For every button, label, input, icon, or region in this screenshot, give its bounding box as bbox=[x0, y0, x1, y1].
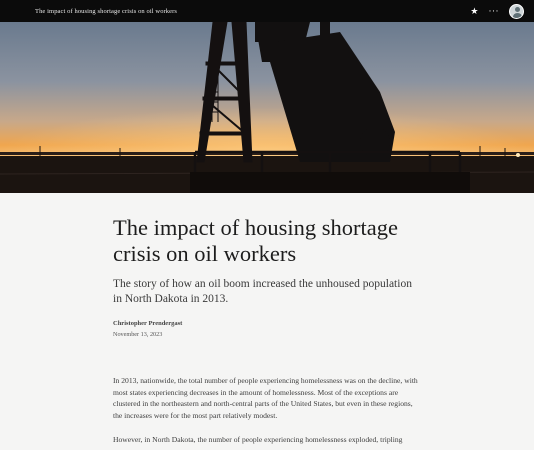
star-icon[interactable]: ★ bbox=[470, 6, 478, 16]
publish-date: November 13, 2023 bbox=[113, 331, 163, 338]
avatar[interactable] bbox=[509, 3, 524, 19]
top-bar: The impact of housing shortage crisis on… bbox=[0, 0, 534, 22]
hero-image bbox=[0, 22, 534, 193]
author-name[interactable]: Christopher Prendergast bbox=[113, 320, 182, 327]
topbar-actions: ★ ··· bbox=[470, 3, 524, 19]
hero-pumpjack-illustration bbox=[0, 22, 534, 193]
article-paragraph: In 2013, nationwide, the total number of… bbox=[113, 376, 418, 420]
article-paragraph: However, in North Dakota, the number of … bbox=[113, 435, 403, 444]
article-subheadline: The story of how an oil boom increased t… bbox=[113, 278, 412, 305]
more-options-icon[interactable]: ··· bbox=[489, 6, 500, 16]
article-headline: The impact of housing shortage crisis on… bbox=[113, 215, 398, 266]
page-title: The impact of housing shortage crisis on… bbox=[35, 7, 178, 15]
